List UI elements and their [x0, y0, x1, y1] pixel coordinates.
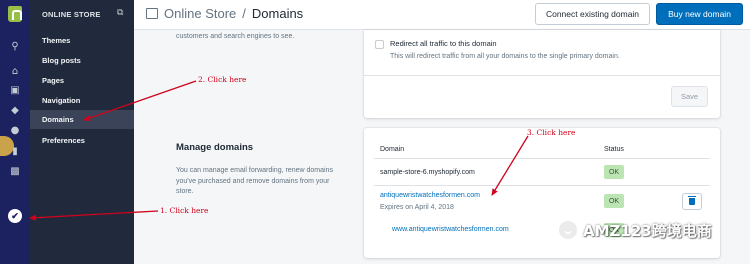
annotation-step2: 2. Click here	[198, 75, 247, 84]
chat-bubble-icon	[557, 219, 579, 241]
annotation-arrow-step1	[29, 210, 159, 221]
annotation-arrow-step2	[83, 80, 197, 121]
watermark-text: AMZ123跨境电商	[583, 221, 712, 240]
annotation-step3: 3. Click here	[527, 128, 576, 137]
annotation-step1: 1. Click here	[160, 206, 209, 215]
annotation-arrow-step3	[491, 135, 529, 196]
watermark: AMZ123跨境电商	[557, 219, 712, 241]
